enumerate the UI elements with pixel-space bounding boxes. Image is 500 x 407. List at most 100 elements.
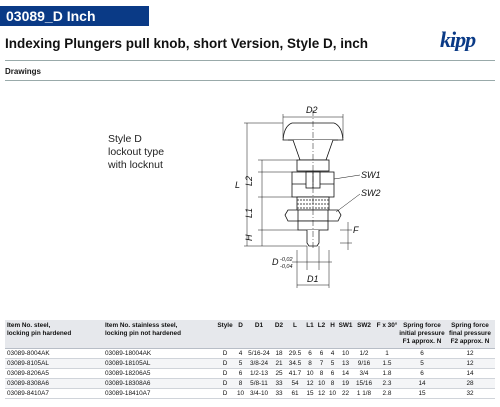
table-header-cell: Item No. stainless steel, locking pin not…	[103, 320, 215, 349]
table-cell: 4	[235, 348, 246, 359]
table-cell: 6	[235, 368, 246, 379]
table-cell: D	[215, 348, 235, 359]
table-cell: 15	[304, 388, 316, 399]
label-d: D	[272, 257, 279, 267]
style-line-2: lockout type	[108, 146, 165, 158]
locking-pin	[306, 230, 320, 247]
table-header-cell: L	[286, 320, 304, 349]
table-cell: 03089-18308A6	[103, 378, 215, 389]
table-cell: 03089-18105AL	[103, 358, 215, 369]
table-cell: 12	[445, 358, 495, 369]
header-divider	[5, 60, 495, 61]
table-cell: 2.8	[375, 388, 399, 399]
table-cell: D	[215, 368, 235, 379]
product-code-banner: 03089_D Inch	[0, 6, 149, 26]
table-cell: 7	[316, 358, 327, 369]
table-cell: 22	[338, 388, 353, 399]
label-h: H	[244, 234, 254, 241]
table-cell: 5/16-24	[246, 348, 272, 359]
table-cell: D	[215, 378, 235, 389]
table-cell: 1.8	[375, 368, 399, 379]
kipp-logo: kipp	[438, 27, 493, 51]
table-cell: 5	[399, 358, 445, 369]
table-cell: 15	[399, 388, 445, 399]
table-header-cell: D2	[272, 320, 286, 349]
table-cell: 12	[304, 378, 316, 389]
table-cell: 03089-8206A5	[5, 368, 103, 379]
table-cell: 21	[272, 358, 286, 369]
label-l1: L1	[244, 208, 254, 218]
thread-shape	[296, 196, 330, 211]
table-cell: 32	[445, 388, 495, 399]
table-cell: 6	[304, 348, 316, 359]
product-code: 03089_D Inch	[6, 8, 96, 24]
table-header-row: Item No. steel, locking pin hardened Item …	[5, 320, 495, 349]
table-cell: 6	[316, 348, 327, 359]
table-cell: 1/2	[353, 348, 375, 359]
table-cell: 33	[272, 378, 286, 389]
table-cell: 15/16	[353, 378, 375, 389]
table-body: 03089-8004AK 03089-18004AK D 4 5/16-24 18 29.5…	[5, 348, 495, 399]
section-heading: Drawings	[5, 67, 42, 76]
table-cell: 1/2-13	[246, 368, 272, 379]
table-header-cell: D	[235, 320, 246, 349]
table-cell: 9/16	[353, 358, 375, 369]
table-cell: 6	[327, 368, 338, 379]
table-cell: 2.3	[375, 378, 399, 389]
table-cell: 10	[316, 378, 327, 389]
label-f: F	[353, 225, 359, 235]
style-line-1: Style D	[108, 133, 142, 145]
label-sw2: SW2	[361, 188, 381, 198]
locknut-sw2	[284, 209, 342, 222]
table-header-cell: F x 30°	[375, 320, 399, 349]
tolerance-upper: -0,02	[280, 257, 293, 263]
neck-shape	[292, 139, 334, 161]
table-cell: 03089-18206A5	[103, 368, 215, 379]
section-divider	[5, 80, 495, 81]
table-cell: 1.5	[375, 358, 399, 369]
table-cell: 33	[272, 388, 286, 399]
table-cell: 3/8-24	[246, 358, 272, 369]
table-cell: D	[215, 388, 235, 399]
table-cell: 10	[235, 388, 246, 399]
table-cell: 18	[272, 348, 286, 359]
table-cell: 25	[272, 368, 286, 379]
sleeve-shape	[296, 159, 330, 172]
table-header-cell: Spring force final pressure F2 approx. N	[445, 320, 495, 349]
table-header-cell: D1	[246, 320, 272, 349]
label-l: L	[235, 180, 240, 190]
table-cell: 03089-8410A7	[5, 388, 103, 399]
table-header-cell: L1	[304, 320, 316, 349]
table-row: 03089-8308A6 03089-18308A6 D 8 5/8-11 33 54 12 1…	[5, 378, 495, 389]
table-cell: 14	[445, 368, 495, 379]
table-header-cell: SW1	[338, 320, 353, 349]
table-cell: 03089-18410A7	[103, 388, 215, 399]
table-cell: 12	[316, 388, 327, 399]
table-header-cell: Item No. steel, locking pin hardened	[5, 320, 103, 349]
body-hex-sw1	[291, 171, 335, 198]
knob-shape	[282, 122, 344, 141]
table-cell: 6	[399, 348, 445, 359]
table-row: 03089-8410A7 03089-18410A7 D 10 3/4-10 33 61 15…	[5, 388, 495, 399]
table-cell: 1	[375, 348, 399, 359]
dimension-table: Item No. steel, locking pin hardened Item …	[5, 320, 495, 399]
table-cell: 14	[338, 368, 353, 379]
table-cell: 13	[338, 358, 353, 369]
table-cell: 34.5	[286, 358, 304, 369]
table-row: 03089-8105AL 03089-18105AL D 5 3/8-24 21 34.5 8…	[5, 358, 495, 369]
table-cell: 41.7	[286, 368, 304, 379]
table-cell: 6	[399, 368, 445, 379]
table-cell: 19	[338, 378, 353, 389]
table-cell: 12	[445, 348, 495, 359]
label-sw1: SW1	[361, 170, 381, 180]
table-cell: 03089-8105AL	[5, 358, 103, 369]
table-cell: 5	[327, 358, 338, 369]
lockout-slot	[305, 171, 321, 189]
table-header-cell: Spring force initial pressure F1 approx. N	[399, 320, 445, 349]
label-d1: D1	[307, 274, 319, 284]
table-cell: 29.5	[286, 348, 304, 359]
table-cell: 28	[445, 378, 495, 389]
table-cell: 1 1/8	[353, 388, 375, 399]
table-cell: 03089-18004AK	[103, 348, 215, 359]
table-cell: 5	[235, 358, 246, 369]
